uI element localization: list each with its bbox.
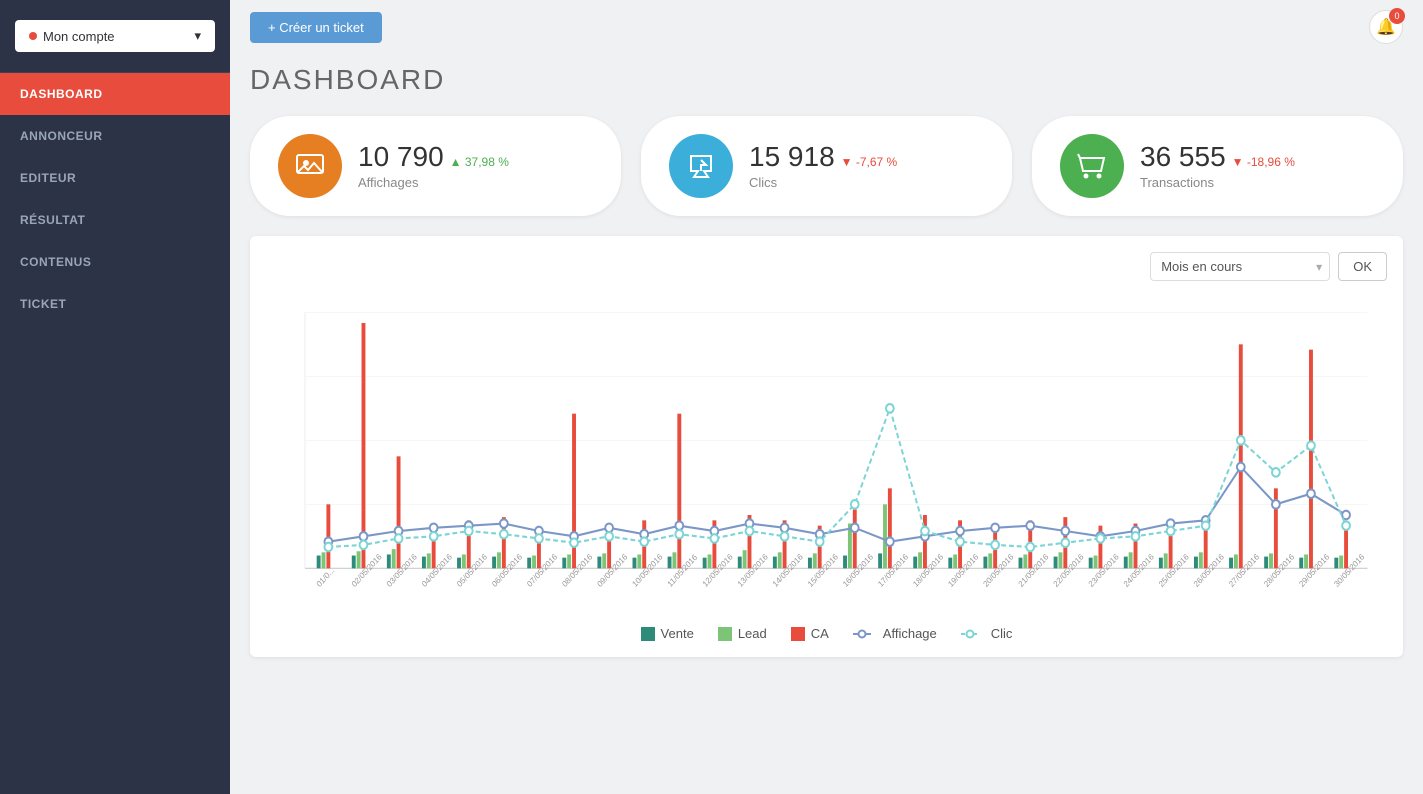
legend-line-affichage-wrapper (853, 628, 877, 640)
legend-dot-vente (641, 627, 655, 641)
stats-row: 10 790 ▲ 37,98 % Affichages 15 918 (250, 116, 1403, 216)
stat-card-clics: 15 918 ▼ -7,67 % Clics (641, 116, 1012, 216)
stat-label-affichages: Affichages (358, 175, 509, 190)
period-select-wrapper: Mois en cours (1150, 252, 1330, 281)
stat-number-clics: 15 918 (749, 143, 835, 171)
svg-text:27/05/2016: 27/05/2016 (1227, 552, 1261, 589)
legend-vente: Vente (641, 626, 694, 641)
stat-label-transactions: Transactions (1140, 175, 1295, 190)
account-label: Mon compte (43, 29, 115, 44)
account-button[interactable]: Mon compte ▾ (15, 20, 215, 52)
stat-label-clics: Clics (749, 175, 897, 190)
svg-text:29/05/2016: 29/05/2016 (1297, 552, 1331, 589)
sidebar-item-editeur[interactable]: EDITEUR (0, 157, 230, 199)
legend-label-lead: Lead (738, 626, 767, 641)
svg-text:01/0...: 01/0... (315, 566, 336, 589)
legend-label-ca: CA (811, 626, 829, 641)
topbar-right: 🔔 0 (1369, 10, 1403, 44)
legend-line-clic-wrapper (961, 628, 985, 640)
period-select[interactable]: Mois en cours (1150, 252, 1330, 281)
chart-svg-wrapper: 01/0... 02/05/2016 03/05/2016 04/05/2016… (266, 291, 1387, 616)
legend-affichage: Affichage (853, 626, 937, 641)
stat-icon-affichages (278, 134, 342, 198)
topbar: + Créer un ticket 🔔 0 (230, 0, 1423, 54)
svg-text:12/05/2016: 12/05/2016 (701, 552, 735, 589)
chart-legend: Vente Lead CA Af (266, 626, 1387, 641)
legend-label-affichage: Affichage (883, 626, 937, 641)
stat-info-clics: 15 918 ▼ -7,67 % Clics (749, 143, 897, 190)
svg-text:21/05/2016: 21/05/2016 (1017, 552, 1051, 589)
svg-text:30/05/2016: 30/05/2016 (1333, 552, 1367, 589)
legend-dot-lead (718, 627, 732, 641)
ok-button[interactable]: OK (1338, 252, 1387, 281)
page-content: DASHBOARD 10 790 ▲ 37,98 % Affi (230, 54, 1423, 677)
svg-text:15/05/2016: 15/05/2016 (806, 552, 840, 589)
sidebar-item-ticket[interactable]: TICKET (0, 283, 230, 325)
svg-text:08/05/2016: 08/05/2016 (561, 552, 595, 589)
svg-text:19/05/2016: 19/05/2016 (947, 552, 981, 589)
svg-text:10/05/2016: 10/05/2016 (631, 552, 665, 589)
legend-dot-ca (791, 627, 805, 641)
sidebar-item-contenus[interactable]: CONTENUS (0, 241, 230, 283)
svg-text:05/05/2016: 05/05/2016 (455, 552, 489, 589)
stat-info-affichages: 10 790 ▲ 37,98 % Affichages (358, 143, 509, 190)
sidebar-item-resultat[interactable]: RÉSULTAT (0, 199, 230, 241)
notification-badge: 0 (1389, 8, 1405, 24)
main-content: + Créer un ticket 🔔 0 DASHBOARD (230, 0, 1423, 794)
sidebar-item-annonceur[interactable]: ANNONCEUR (0, 115, 230, 157)
stat-change-affichages: ▲ 37,98 % (450, 155, 509, 169)
stat-icon-clics (669, 134, 733, 198)
page-title: DASHBOARD (250, 64, 1403, 96)
notification-icon[interactable]: 🔔 0 (1369, 10, 1403, 44)
stat-info-transactions: 36 555 ▼ -18,96 % Transactions (1140, 143, 1295, 190)
legend-label-vente: Vente (661, 626, 694, 641)
stat-card-transactions: 36 555 ▼ -18,96 % Transactions (1032, 116, 1403, 216)
account-status-dot (29, 32, 37, 40)
legend-clic-icon (961, 628, 985, 640)
sidebar-account: Mon compte ▾ (0, 0, 230, 73)
legend-ca: CA (791, 626, 829, 641)
chart-container: Mois en cours OK (250, 236, 1403, 657)
stat-number-affichages: 10 790 (358, 143, 444, 171)
svg-text:25/05/2016: 25/05/2016 (1157, 552, 1191, 589)
chevron-down-icon: ▾ (194, 28, 201, 44)
stat-icon-transactions (1060, 134, 1124, 198)
chart-header: Mois en cours OK (266, 252, 1387, 281)
sidebar-item-dashboard[interactable]: DASHBOARD (0, 73, 230, 115)
stat-change-clics: ▼ -7,67 % (841, 155, 898, 169)
chart-svg: 01/0... 02/05/2016 03/05/2016 04/05/2016… (266, 291, 1387, 611)
stat-change-transactions: ▼ -18,96 % (1232, 155, 1295, 169)
legend-affichage-icon (853, 628, 877, 640)
legend-clic: Clic (961, 626, 1013, 641)
svg-text:23/05/2016: 23/05/2016 (1087, 552, 1121, 589)
stat-number-transactions: 36 555 (1140, 143, 1226, 171)
create-ticket-button[interactable]: + Créer un ticket (250, 12, 382, 43)
legend-lead: Lead (718, 626, 767, 641)
stat-card-affichages: 10 790 ▲ 37,98 % Affichages (250, 116, 621, 216)
sidebar: Mon compte ▾ DASHBOARD ANNONCEUR EDITEUR… (0, 0, 230, 794)
svg-text:07/05/2016: 07/05/2016 (525, 552, 559, 589)
sidebar-nav: DASHBOARD ANNONCEUR EDITEUR RÉSULTAT CON… (0, 73, 230, 325)
legend-label-clic: Clic (991, 626, 1013, 641)
